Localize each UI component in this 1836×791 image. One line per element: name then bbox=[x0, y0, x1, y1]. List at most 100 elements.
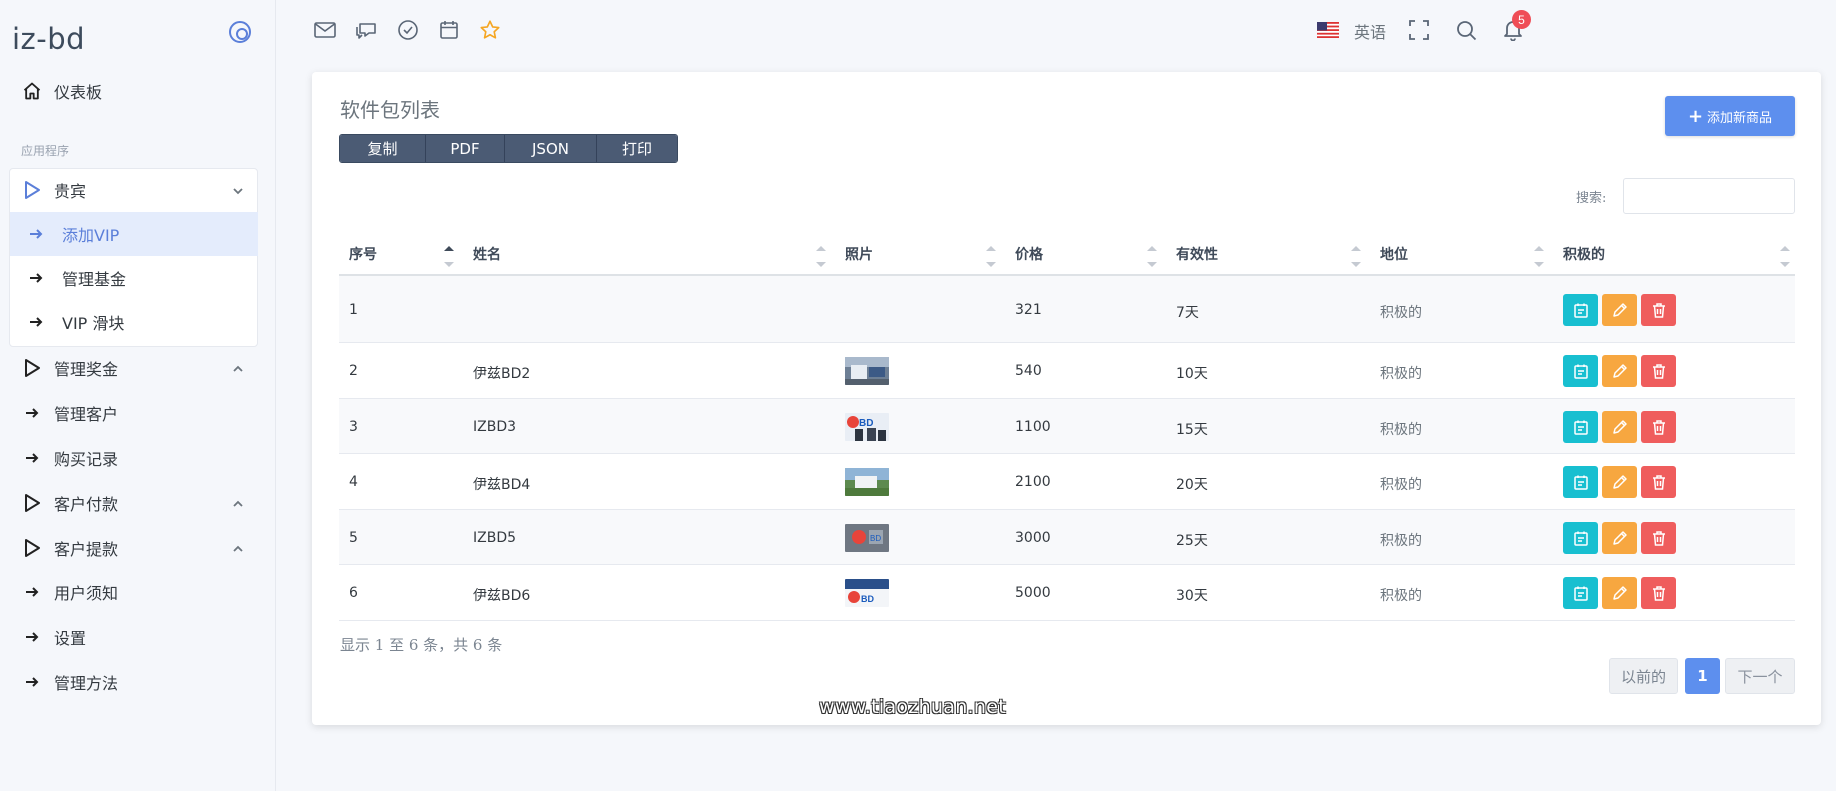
mail-icon[interactable] bbox=[313, 18, 337, 42]
view-button[interactable] bbox=[1563, 466, 1598, 498]
pdf-button[interactable]: PDF bbox=[426, 135, 505, 162]
fullscreen-icon[interactable] bbox=[1407, 18, 1431, 42]
calendar-icon[interactable] bbox=[437, 18, 461, 42]
sidebar-item-label: 管理奖金 bbox=[54, 360, 119, 379]
sidebar-item-vip[interactable]: 贵宾 bbox=[10, 169, 258, 211]
sidebar-item-label: 仪表板 bbox=[54, 83, 103, 102]
language-label[interactable]: 英语 bbox=[1354, 19, 1386, 43]
table-row: 2 伊兹BD2 540 10天 积极的 bbox=[339, 343, 1795, 399]
sidebar-item-manage-methods[interactable]: 管理方法 bbox=[10, 661, 258, 703]
delete-button[interactable] bbox=[1641, 411, 1676, 443]
sidebar-item-manage-bonus[interactable]: 管理奖金 bbox=[10, 347, 258, 389]
column-header-photo[interactable]: 照片 bbox=[845, 244, 873, 264]
sort-icon[interactable] bbox=[444, 246, 454, 272]
table-row: 3 IZBD3 BD 1100 15天 积极的 bbox=[339, 399, 1795, 454]
cell-name: 伊兹BD6 bbox=[473, 588, 531, 604]
table-info: 显示 1 至 6 条，共 6 条 bbox=[340, 636, 503, 654]
play-outline-icon bbox=[10, 358, 54, 378]
column-header-price[interactable]: 价格 bbox=[1015, 244, 1043, 264]
add-new-item-button[interactable]: + 添加新商品 bbox=[1665, 96, 1795, 136]
edit-button[interactable] bbox=[1602, 577, 1637, 609]
delete-button[interactable] bbox=[1641, 466, 1676, 498]
cell-status: 积极的 bbox=[1380, 533, 1422, 549]
delete-button[interactable] bbox=[1641, 355, 1676, 387]
sidebar-item-dashboard[interactable]: 仪表板 bbox=[10, 70, 258, 112]
search-icon[interactable] bbox=[1454, 18, 1478, 42]
sidebar-item-manage-customers[interactable]: 管理客户 bbox=[10, 392, 258, 434]
pencil-icon bbox=[1612, 419, 1628, 435]
arrow-right-icon bbox=[10, 630, 54, 644]
search-input[interactable] bbox=[1623, 178, 1795, 214]
sort-icon[interactable] bbox=[1780, 246, 1790, 272]
sidebar-toggle-icon[interactable] bbox=[229, 21, 251, 43]
sidebar-subitem-add-vip[interactable]: 添加VIP bbox=[10, 212, 258, 256]
clipboard-icon bbox=[1573, 530, 1589, 546]
json-button[interactable]: JSON bbox=[505, 135, 597, 162]
sidebar-item-label: 客户付款 bbox=[54, 495, 119, 514]
trash-icon bbox=[1651, 419, 1667, 435]
view-button[interactable] bbox=[1563, 577, 1598, 609]
prev-page-button[interactable]: 以前的 bbox=[1609, 658, 1678, 694]
sidebar-subitem-vip-slider[interactable]: VIP 滑块 bbox=[10, 300, 258, 344]
star-icon[interactable] bbox=[478, 18, 502, 42]
column-header-name[interactable]: 姓名 bbox=[473, 244, 501, 264]
column-header-status[interactable]: 地位 bbox=[1380, 244, 1408, 264]
cell-id: 2 bbox=[349, 363, 358, 379]
view-button[interactable] bbox=[1563, 294, 1598, 326]
clipboard-icon bbox=[1573, 419, 1589, 435]
check-circle-icon[interactable] bbox=[396, 18, 420, 42]
sort-icon[interactable] bbox=[1351, 246, 1361, 272]
cell-price: 3000 bbox=[1015, 530, 1051, 546]
edit-button[interactable] bbox=[1602, 466, 1637, 498]
sort-icon[interactable] bbox=[1147, 246, 1157, 272]
sidebar-item-purchase-records[interactable]: 购买记录 bbox=[10, 437, 258, 479]
arrow-right-icon bbox=[10, 271, 62, 285]
edit-button[interactable] bbox=[1602, 294, 1637, 326]
view-button[interactable] bbox=[1563, 355, 1598, 387]
clipboard-icon bbox=[1573, 474, 1589, 490]
edit-button[interactable] bbox=[1602, 522, 1637, 554]
package-photo bbox=[845, 468, 889, 496]
sidebar: iz-bd 仪表板 应用程序 贵宾 添加VIP 管理基金 VIP 滑块 管理奖金… bbox=[0, 0, 276, 791]
cell-name: IZBD5 bbox=[473, 530, 517, 546]
cell-validity: 20天 bbox=[1176, 477, 1208, 493]
delete-button[interactable] bbox=[1641, 522, 1676, 554]
column-header-id[interactable]: 序号 bbox=[349, 244, 377, 264]
page-1-button[interactable]: 1 bbox=[1685, 658, 1720, 694]
sidebar-item-label: 管理客户 bbox=[54, 405, 119, 424]
sidebar-item-customer-withdrawals[interactable]: 客户提款 bbox=[10, 527, 258, 569]
clipboard-icon bbox=[1573, 302, 1589, 318]
cell-price: 540 bbox=[1015, 363, 1042, 379]
sidebar-item-label: 设置 bbox=[54, 629, 87, 648]
column-header-actions[interactable]: 积极的 bbox=[1563, 244, 1605, 264]
edit-button[interactable] bbox=[1602, 355, 1637, 387]
view-button[interactable] bbox=[1563, 411, 1598, 443]
next-page-button[interactable]: 下一个 bbox=[1725, 658, 1795, 694]
sidebar-item-user-notice[interactable]: 用户须知 bbox=[10, 571, 258, 613]
sort-icon[interactable] bbox=[1534, 246, 1544, 272]
brand-logo[interactable]: iz-bd bbox=[12, 22, 85, 56]
view-button[interactable] bbox=[1563, 522, 1598, 554]
copy-button[interactable]: 复制 bbox=[340, 135, 426, 162]
table-body: 1 321 7天 积极的 2 伊兹BD2 540 10天 积极的 3 IZBD3 BD 1100 15天积… bbox=[339, 276, 1795, 621]
sort-icon[interactable] bbox=[816, 246, 826, 272]
print-button[interactable]: 打印 bbox=[597, 135, 677, 162]
section-label: 应用程序 bbox=[21, 144, 70, 158]
cell-validity: 7天 bbox=[1176, 305, 1199, 321]
arrow-right-icon bbox=[10, 675, 54, 689]
delete-button[interactable] bbox=[1641, 577, 1676, 609]
column-header-validity[interactable]: 有效性 bbox=[1176, 244, 1218, 264]
sidebar-item-settings[interactable]: 设置 bbox=[10, 616, 258, 658]
sidebar-subitem-manage-funds[interactable]: 管理基金 bbox=[10, 256, 258, 300]
us-flag-icon[interactable] bbox=[1316, 18, 1340, 42]
sort-icon[interactable] bbox=[986, 246, 996, 272]
cell-price: 1100 bbox=[1015, 419, 1051, 435]
edit-button[interactable] bbox=[1602, 411, 1637, 443]
chat-icon[interactable] bbox=[354, 18, 378, 42]
sidebar-item-customer-payments[interactable]: 客户付款 bbox=[10, 482, 258, 524]
cell-id: 4 bbox=[349, 474, 358, 490]
page-title: 软件包列表 bbox=[340, 98, 440, 122]
delete-button[interactable] bbox=[1641, 294, 1676, 326]
trash-icon bbox=[1651, 474, 1667, 490]
trash-icon bbox=[1651, 363, 1667, 379]
